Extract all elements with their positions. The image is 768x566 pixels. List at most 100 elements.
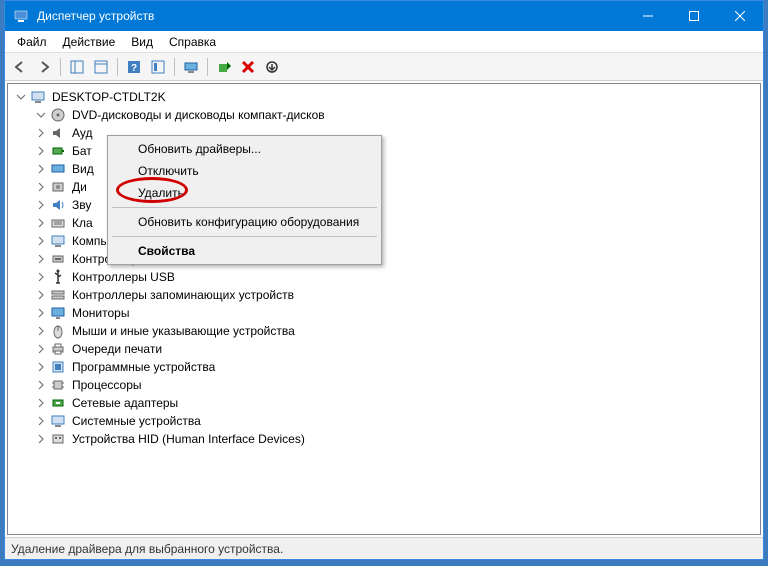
expand-icon[interactable] bbox=[34, 396, 48, 410]
network-adapter-icon bbox=[50, 395, 66, 411]
toolbar-separator bbox=[207, 58, 208, 76]
software-device-icon bbox=[50, 359, 66, 375]
tree-item-monitors[interactable]: Мониторы bbox=[34, 304, 760, 322]
svg-text:?: ? bbox=[131, 63, 137, 74]
mouse-icon bbox=[50, 323, 66, 339]
tree-label: Кла bbox=[70, 215, 95, 231]
expand-icon[interactable] bbox=[34, 378, 48, 392]
tree-item-hid[interactable]: Устройства HID (Human Interface Devices) bbox=[34, 430, 760, 448]
tree-item-storage[interactable]: Контроллеры запоминающих устройств bbox=[34, 286, 760, 304]
expand-icon[interactable] bbox=[34, 234, 48, 248]
tree-label: Системные устройства bbox=[70, 413, 203, 429]
tree-item-network[interactable]: Сетевые адаптеры bbox=[34, 394, 760, 412]
maximize-button[interactable] bbox=[671, 1, 717, 31]
expand-icon[interactable] bbox=[34, 198, 48, 212]
expand-icon[interactable] bbox=[34, 126, 48, 140]
computer-icon bbox=[50, 233, 66, 249]
expand-icon[interactable] bbox=[34, 162, 48, 176]
tree-label: Очереди печати bbox=[70, 341, 164, 357]
expand-icon[interactable] bbox=[34, 324, 48, 338]
monitor-icon bbox=[50, 305, 66, 321]
window-controls bbox=[625, 1, 763, 31]
tree-label: Зву bbox=[70, 197, 93, 213]
window-title: Диспетчер устройств bbox=[37, 9, 625, 23]
ctx-update-drivers[interactable]: Обновить драйверы... bbox=[110, 138, 379, 160]
tree-label: Контроллеры запоминающих устройств bbox=[70, 287, 296, 303]
tree-label: DESKTOP-CTDLT2K bbox=[50, 89, 168, 105]
tree-label: Ди bbox=[70, 179, 89, 195]
tree-label: Устройства HID (Human Interface Devices) bbox=[70, 431, 307, 447]
ctx-properties[interactable]: Свойства bbox=[110, 240, 379, 262]
close-button[interactable] bbox=[717, 1, 763, 31]
expand-icon[interactable] bbox=[34, 360, 48, 374]
menu-view[interactable]: Вид bbox=[123, 33, 161, 51]
usb-icon bbox=[50, 269, 66, 285]
ctx-separator bbox=[112, 207, 377, 208]
help-button[interactable]: ? bbox=[123, 56, 145, 78]
computer-icon bbox=[30, 89, 46, 105]
audio-icon bbox=[50, 125, 66, 141]
printer-icon bbox=[50, 341, 66, 357]
toolbar-separator bbox=[60, 58, 61, 76]
tree-item-mice[interactable]: Мыши и иные указывающие устройства bbox=[34, 322, 760, 340]
forward-button[interactable] bbox=[33, 56, 55, 78]
update-driver-button[interactable] bbox=[213, 56, 235, 78]
disable-button[interactable] bbox=[261, 56, 283, 78]
expand-icon[interactable] bbox=[34, 180, 48, 194]
tree-item-usb[interactable]: Контроллеры USB bbox=[34, 268, 760, 286]
processor-icon bbox=[50, 377, 66, 393]
system-device-icon bbox=[50, 413, 66, 429]
expand-icon[interactable] bbox=[34, 288, 48, 302]
display-adapter-icon bbox=[50, 161, 66, 177]
sound-icon bbox=[50, 197, 66, 213]
ctx-uninstall[interactable]: Удалить bbox=[110, 182, 379, 204]
expand-icon[interactable] bbox=[34, 216, 48, 230]
toolbar-separator bbox=[117, 58, 118, 76]
tree-label: Процессоры bbox=[70, 377, 144, 393]
toolbar-separator bbox=[174, 58, 175, 76]
tree-label: Программные устройства bbox=[70, 359, 217, 375]
tree-label: Мыши и иные указывающие устройства bbox=[70, 323, 297, 339]
toolbar: ? bbox=[5, 53, 763, 81]
tree-label: DVD-дисководы и дисководы компакт-дисков bbox=[70, 107, 327, 123]
tree-item-software[interactable]: Программные устройства bbox=[34, 358, 760, 376]
action-button[interactable] bbox=[147, 56, 169, 78]
tree-item-dvd[interactable]: DVD-дисководы и дисководы компакт-дисков bbox=[34, 106, 760, 124]
ctx-separator bbox=[112, 236, 377, 237]
show-hide-tree-button[interactable] bbox=[66, 56, 88, 78]
properties-button[interactable] bbox=[90, 56, 112, 78]
tree-root[interactable]: DESKTOP-CTDLT2K bbox=[14, 88, 760, 106]
expand-icon[interactable] bbox=[34, 432, 48, 446]
tree-item-system[interactable]: Системные устройства bbox=[34, 412, 760, 430]
expand-icon[interactable] bbox=[34, 306, 48, 320]
tree-label: Бат bbox=[70, 143, 94, 159]
hid-icon bbox=[50, 431, 66, 447]
expand-icon[interactable] bbox=[34, 414, 48, 428]
titlebar[interactable]: Диспетчер устройств bbox=[5, 1, 763, 31]
context-menu: Обновить драйверы... Отключить Удалить О… bbox=[107, 135, 382, 265]
menubar: Файл Действие Вид Справка bbox=[5, 31, 763, 53]
menu-help[interactable]: Справка bbox=[161, 33, 224, 51]
minimize-button[interactable] bbox=[625, 1, 671, 31]
expand-icon[interactable] bbox=[34, 342, 48, 356]
device-tree-panel[interactable]: DESKTOP-CTDLT2K DVD-дисководы и дисковод… bbox=[7, 83, 761, 535]
tree-label: Сетевые адаптеры bbox=[70, 395, 180, 411]
tree-item-printq[interactable]: Очереди печати bbox=[34, 340, 760, 358]
uninstall-button[interactable] bbox=[237, 56, 259, 78]
back-button[interactable] bbox=[9, 56, 31, 78]
ctx-disable[interactable]: Отключить bbox=[110, 160, 379, 182]
expand-icon[interactable] bbox=[34, 252, 48, 266]
collapse-icon[interactable] bbox=[14, 90, 28, 104]
expand-icon[interactable] bbox=[34, 270, 48, 284]
expand-icon[interactable] bbox=[34, 144, 48, 158]
status-text: Удаление драйвера для выбранного устройс… bbox=[11, 542, 283, 556]
tree-label: Ауд bbox=[70, 125, 94, 141]
tree-item-cpu[interactable]: Процессоры bbox=[34, 376, 760, 394]
scan-hardware-button[interactable] bbox=[180, 56, 202, 78]
menu-action[interactable]: Действие bbox=[55, 33, 124, 51]
ctx-scan-hardware[interactable]: Обновить конфигурацию оборудования bbox=[110, 211, 379, 233]
dvd-drive-icon bbox=[50, 107, 66, 123]
menu-file[interactable]: Файл bbox=[9, 33, 55, 51]
storage-controller-icon bbox=[50, 287, 66, 303]
collapse-icon[interactable] bbox=[34, 108, 48, 122]
